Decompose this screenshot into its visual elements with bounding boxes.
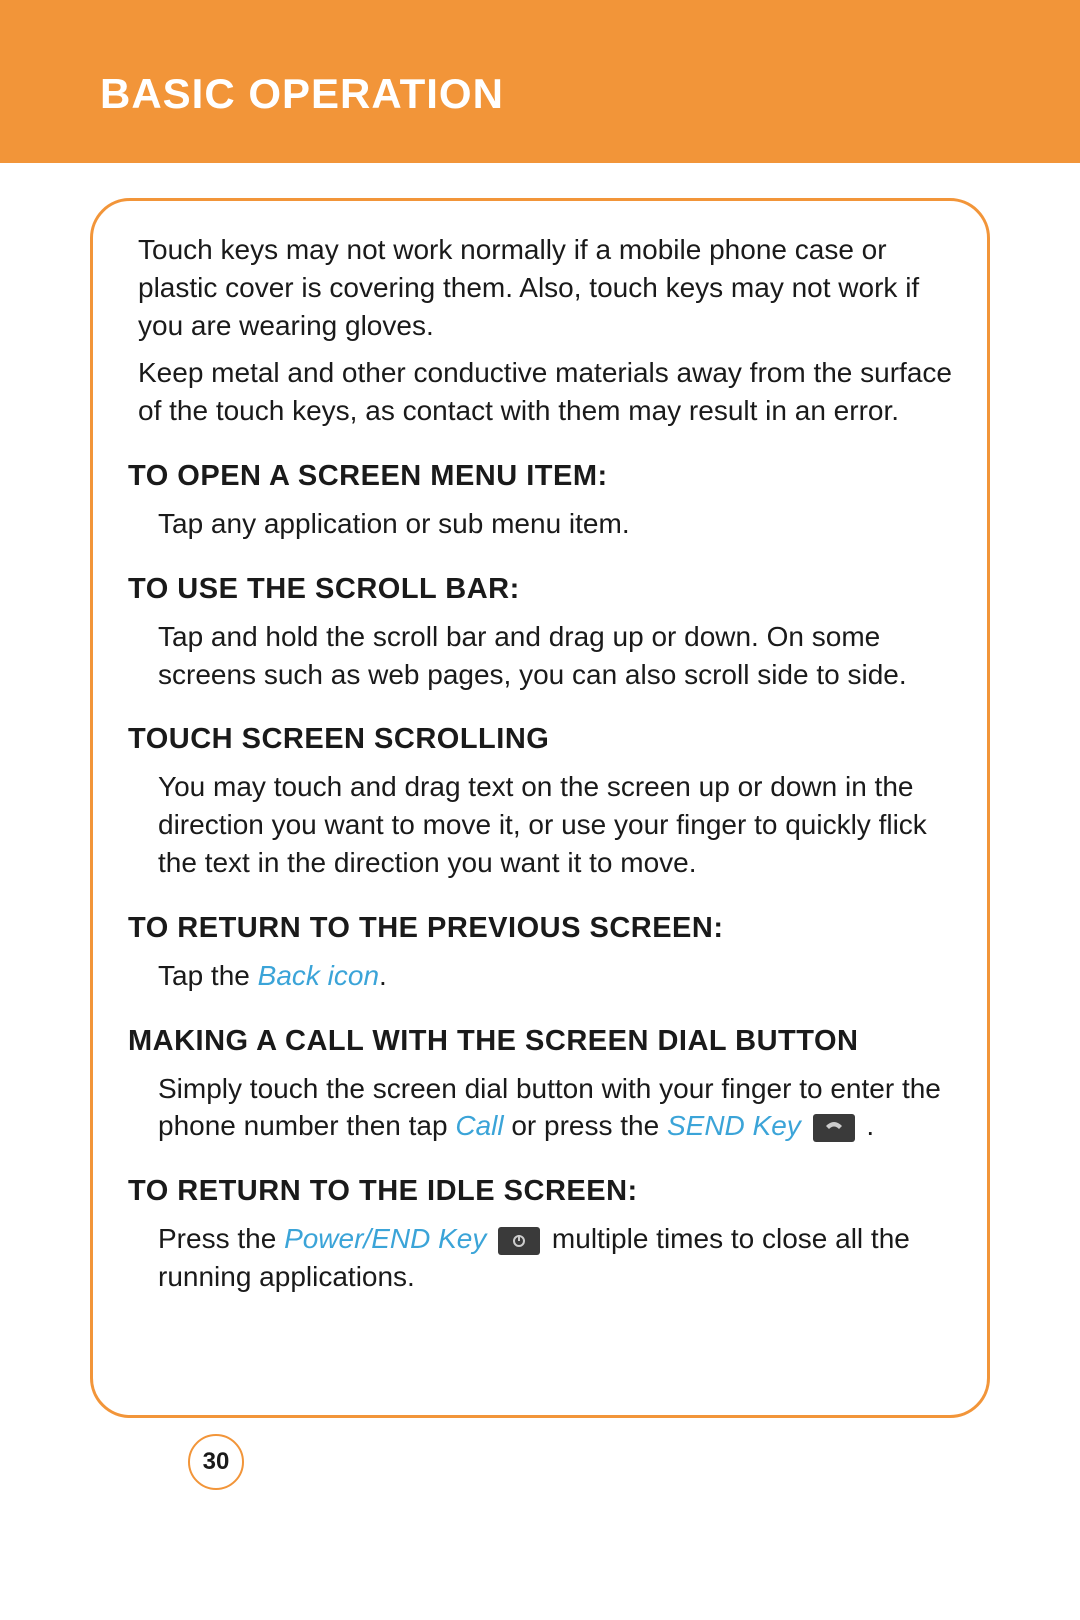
body-return-prev: Tap the Back icon. — [128, 957, 952, 995]
power-end-key-link: Power/END Key — [284, 1223, 486, 1254]
making-call-part3: . — [859, 1110, 875, 1141]
intro-para-2: Keep metal and other conductive material… — [128, 354, 952, 430]
header-bar: BASIC OPERATION — [0, 0, 1080, 163]
body-scroll-bar: Tap and hold the scroll bar and drag up … — [128, 618, 952, 694]
heading-open-menu: TO OPEN A SCREEN MENU ITEM: — [128, 460, 952, 493]
body-touch-scroll: You may touch and drag text on the scree… — [128, 768, 952, 881]
power-end-key-icon — [498, 1227, 540, 1255]
heading-return-prev: TO RETURN TO THE PREVIOUS SCREEN: — [128, 912, 952, 945]
send-key-link: SEND Key — [667, 1110, 801, 1141]
heading-return-idle: TO RETURN TO THE IDLE SCREEN: — [128, 1175, 952, 1208]
send-key-icon — [813, 1114, 855, 1142]
return-prev-prefix: Tap the — [158, 960, 258, 991]
content-area: Touch keys may not work normally if a mo… — [0, 163, 1080, 1418]
page-title: BASIC OPERATION — [100, 70, 504, 118]
call-link: Call — [455, 1110, 503, 1141]
return-idle-part1: Press the — [158, 1223, 284, 1254]
heading-touch-scroll: TOUCH SCREEN SCROLLING — [128, 723, 952, 756]
intro-para-1: Touch keys may not work normally if a mo… — [128, 231, 952, 344]
content-box: Touch keys may not work normally if a mo… — [90, 198, 990, 1418]
body-open-menu: Tap any application or sub menu item. — [128, 505, 952, 543]
return-prev-suffix: . — [379, 960, 387, 991]
back-icon-link: Back icon — [258, 960, 379, 991]
heading-scroll-bar: TO USE THE SCROLL BAR: — [128, 573, 952, 606]
heading-making-call: MAKING A CALL WITH THE SCREEN DIAL BUTTO… — [128, 1025, 952, 1058]
making-call-part2: or press the — [504, 1110, 667, 1141]
body-return-idle: Press the Power/END Key multiple times t… — [128, 1220, 952, 1296]
page-number-badge: 30 — [188, 1434, 244, 1490]
body-making-call: Simply touch the screen dial button with… — [128, 1070, 952, 1146]
page-number: 30 — [203, 1448, 230, 1476]
